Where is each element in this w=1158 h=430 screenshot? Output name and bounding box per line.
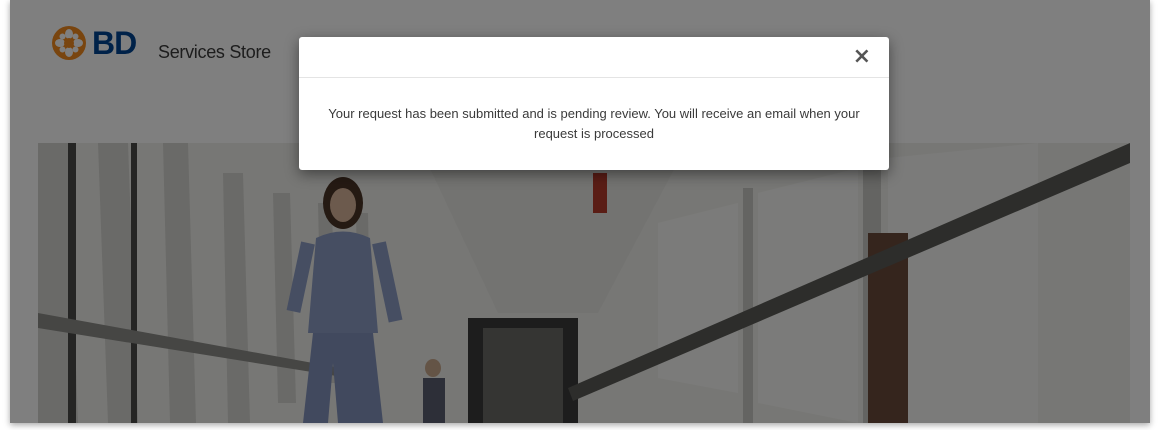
close-icon[interactable]: × [853,46,871,68]
modal-header: × [299,37,889,78]
modal-message: Your request has been submitted and is p… [328,106,860,141]
confirmation-modal: × Your request has been submitted and is… [299,37,889,170]
page-frame: BD Services Store [10,0,1150,423]
